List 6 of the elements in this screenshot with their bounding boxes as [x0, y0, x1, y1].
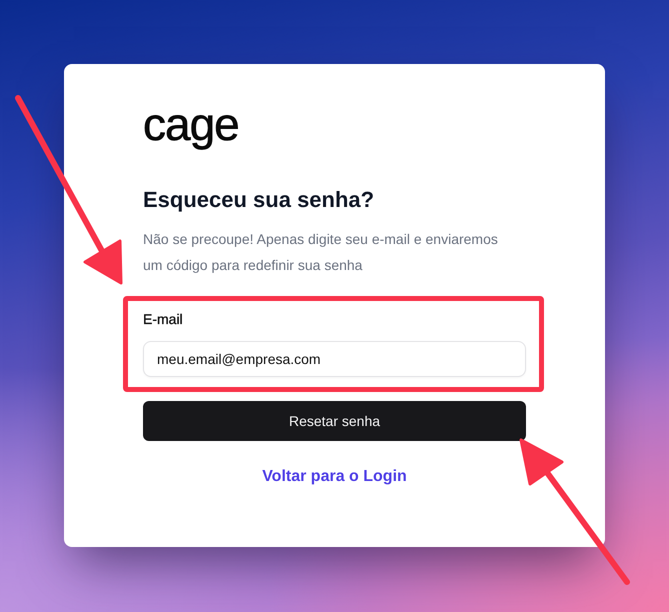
- back-to-login-link[interactable]: Voltar para o Login: [262, 467, 407, 487]
- page-heading: Esqueceu sua senha?: [143, 186, 374, 214]
- email-label: E-mail: [143, 310, 183, 329]
- reset-password-button[interactable]: Resetar senha: [143, 401, 526, 441]
- description-text: Não se precoupe! Apenas digite seu e-mail e enviaremos um código para redefinir sua senha: [143, 230, 499, 275]
- email-input[interactable]: meu.email@empresa.com: [143, 341, 526, 377]
